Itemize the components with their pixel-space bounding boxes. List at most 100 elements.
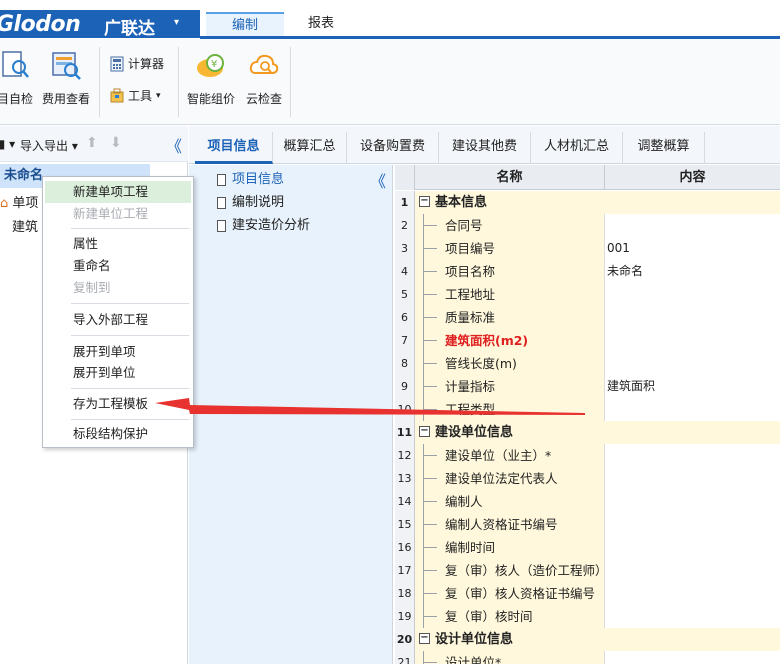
grid-group-row[interactable]: 20− 设计单位信息	[395, 628, 780, 651]
table-row[interactable]: 5 工程地址	[395, 283, 780, 306]
table-row[interactable]: 6 质量标准	[395, 306, 780, 329]
name-cell[interactable]: 编制人资格证书编号	[415, 513, 605, 536]
tab-report[interactable]: 报表	[296, 12, 346, 36]
tree-menu-button[interactable]: ■ ▾	[0, 137, 15, 151]
name-cell[interactable]: 计量指标	[415, 375, 605, 398]
content-cell[interactable]	[605, 352, 780, 375]
content-cell[interactable]	[605, 605, 780, 628]
fee-view-button[interactable]: 费用查看	[40, 49, 92, 107]
menu-item-section-protect[interactable]: 标段结构保护	[45, 423, 191, 445]
name-cell[interactable]: − 设计单位信息	[415, 628, 780, 651]
table-row[interactable]: 19 复（审）核时间	[395, 605, 780, 628]
table-row[interactable]: 15 编制人资格证书编号	[395, 513, 780, 536]
name-cell[interactable]: 建设单位法定代表人	[415, 467, 605, 490]
name-cell[interactable]: 管线长度(m)	[415, 352, 605, 375]
content-cell[interactable]	[605, 467, 780, 490]
menu-item-copy-to[interactable]: 复制到	[45, 277, 191, 299]
table-row[interactable]: 7 建筑面积(m2)	[395, 329, 780, 352]
content-cell[interactable]	[605, 513, 780, 536]
tab-other-fee[interactable]: 建设其他费	[439, 132, 531, 164]
content-cell[interactable]	[605, 214, 780, 237]
content-cell[interactable]	[605, 398, 780, 421]
table-row[interactable]: 16 编制时间	[395, 536, 780, 559]
table-row[interactable]: 18 复（审）核人资格证书编号	[395, 582, 780, 605]
table-row[interactable]: 21 设计单位*	[395, 651, 780, 664]
table-row[interactable]: 12 建设单位（业主）*	[395, 444, 780, 467]
menu-item-save-template[interactable]: 存为工程模板	[45, 393, 191, 415]
menu-item-new-unit[interactable]: 新建单位工程	[45, 203, 191, 225]
name-cell[interactable]: 建设单位（业主）*	[415, 444, 605, 467]
menu-item-rename[interactable]: 重命名	[45, 255, 191, 277]
content-cell[interactable]	[605, 582, 780, 605]
name-cell[interactable]: 复（审）核时间	[415, 605, 605, 628]
menu-item-import-external[interactable]: 导入外部工程	[45, 309, 191, 331]
content-cell[interactable]: 001	[605, 237, 780, 260]
name-cell[interactable]: − 建设单位信息	[415, 421, 780, 444]
name-cell[interactable]: 项目编号	[415, 237, 605, 260]
grid-group-row[interactable]: 11− 建设单位信息	[395, 421, 780, 444]
content-cell[interactable]	[605, 306, 780, 329]
tree-node-single[interactable]: ⌂ 单项	[0, 194, 38, 214]
import-export-button[interactable]: 导入导出 ▾	[20, 137, 78, 154]
table-row[interactable]: 10 工程类型	[395, 398, 780, 421]
nav-item-cost-analysis[interactable]: 建安造价分析	[217, 216, 310, 236]
table-row[interactable]: 14 编制人	[395, 490, 780, 513]
name-cell[interactable]: 复（审）核人资格证书编号	[415, 582, 605, 605]
content-cell[interactable]	[605, 536, 780, 559]
collapse-left-icon[interactable]: 《	[166, 133, 182, 157]
cloud-check-button[interactable]: 云检查	[242, 49, 286, 107]
brand-menu-button[interactable]: Glodon 广联达 ▾	[0, 10, 200, 39]
tab-equipment-fee[interactable]: 设备购置费	[347, 132, 439, 164]
content-cell[interactable]	[605, 490, 780, 513]
grid-group-row[interactable]: 1− 基本信息	[395, 191, 780, 214]
name-cell[interactable]: 项目名称	[415, 260, 605, 283]
collapse-group-icon[interactable]: −	[419, 196, 430, 207]
name-cell[interactable]: − 基本信息	[415, 191, 780, 214]
col-content-header[interactable]: 内容	[605, 165, 780, 190]
content-cell[interactable]: 建筑面积	[605, 375, 780, 398]
chevron-down-icon[interactable]: ▾	[174, 17, 179, 28]
table-row[interactable]: 3 项目编号 001	[395, 237, 780, 260]
menu-item-new-single[interactable]: 新建单项工程	[45, 181, 191, 203]
tab-adjust-budget[interactable]: 调整概算	[623, 132, 705, 164]
nav-item-project-info[interactable]: 项目信息	[217, 170, 284, 190]
name-cell[interactable]: 建筑面积(m2)	[415, 329, 605, 352]
content-cell[interactable]	[605, 559, 780, 582]
tab-material-summary[interactable]: 人材机汇总	[531, 132, 623, 164]
content-cell[interactable]	[605, 329, 780, 352]
table-row[interactable]: 2 合同号	[395, 214, 780, 237]
collapse-mid-icon[interactable]: 《	[370, 168, 386, 192]
tools-button[interactable]: 工具 ▾	[110, 87, 161, 104]
self-check-button[interactable]: 目自检	[0, 49, 36, 107]
table-row[interactable]: 9 计量指标 建筑面积	[395, 375, 780, 398]
menu-item-properties[interactable]: 属性	[45, 233, 191, 255]
tree-node-unit[interactable]: 建筑	[12, 218, 38, 238]
calculator-button[interactable]: 计算器	[110, 55, 164, 72]
name-cell[interactable]: 编制人	[415, 490, 605, 513]
content-cell[interactable]: 未命名	[605, 260, 780, 283]
table-row[interactable]: 4 项目名称 未命名	[395, 260, 780, 283]
table-row[interactable]: 17 复（审）核人（造价工程师）	[395, 559, 780, 582]
move-down-icon[interactable]: ⬇	[110, 135, 122, 151]
name-cell[interactable]: 复（审）核人（造价工程师）	[415, 559, 608, 582]
menu-item-expand-unit[interactable]: 展开到单位	[45, 362, 191, 384]
tab-budget-summary[interactable]: 概算汇总	[273, 132, 347, 164]
collapse-group-icon[interactable]: −	[419, 633, 430, 644]
name-cell[interactable]: 编制时间	[415, 536, 605, 559]
content-cell[interactable]	[605, 651, 780, 664]
content-cell[interactable]	[605, 444, 780, 467]
name-cell[interactable]: 工程类型	[415, 398, 605, 421]
tab-compile[interactable]: 编制	[206, 12, 284, 36]
name-cell[interactable]: 设计单位*	[415, 651, 605, 664]
name-cell[interactable]: 质量标准	[415, 306, 605, 329]
col-name-header[interactable]: 名称	[415, 165, 605, 190]
name-cell[interactable]: 工程地址	[415, 283, 605, 306]
smart-price-button[interactable]: ¥ 智能组价	[184, 49, 238, 107]
collapse-group-icon[interactable]: −	[419, 426, 430, 437]
table-row[interactable]: 8 管线长度(m)	[395, 352, 780, 375]
menu-item-expand-single[interactable]: 展开到单项	[45, 341, 191, 363]
tab-project-info[interactable]: 项目信息	[195, 132, 273, 164]
nav-item-description[interactable]: 编制说明	[217, 193, 284, 213]
table-row[interactable]: 13 建设单位法定代表人	[395, 467, 780, 490]
content-cell[interactable]	[605, 283, 780, 306]
